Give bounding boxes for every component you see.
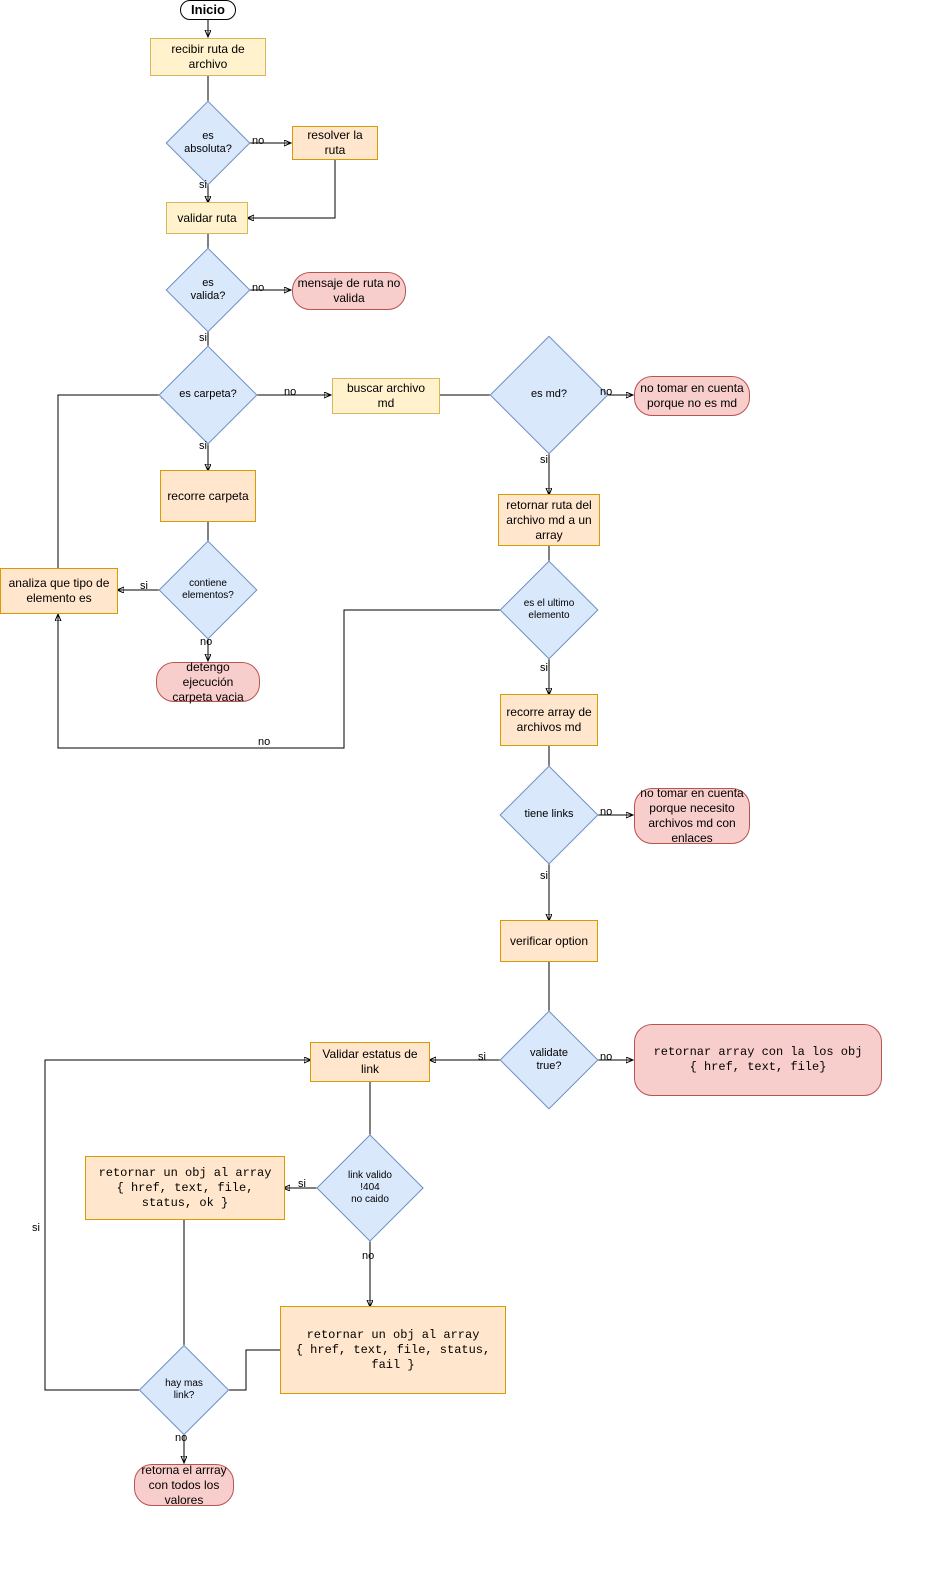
edge-es-carpeta-no: no	[284, 386, 296, 398]
process-validar-estatus: Validar estatus de link	[310, 1042, 430, 1082]
process-retornar-obj-fail: retornar un obj al array { href, text, f…	[280, 1306, 506, 1394]
decision-es-valida: es valida?	[178, 260, 238, 320]
start-terminator: Inicio	[180, 0, 236, 20]
label-validar-estatus: Validar estatus de link	[315, 1047, 425, 1077]
edge-es-absoluta-no: no	[252, 135, 264, 147]
edge-hay-mas-no: no	[175, 1432, 187, 1444]
label-es-valida: es valida?	[178, 260, 238, 320]
label-resolver-ruta: resolver la ruta	[297, 128, 373, 158]
edge-link-valido-no: no	[362, 1250, 374, 1262]
label-retornar-array-obj: retornar array con la los obj { href, te…	[654, 1045, 863, 1075]
process-resolver-ruta: resolver la ruta	[292, 126, 378, 160]
edge-validate-no: no	[600, 1051, 612, 1063]
label-analiza-tipo: analiza que tipo de elemento es	[5, 576, 113, 606]
decision-es-carpeta: es carpeta?	[173, 360, 243, 430]
label-no-tomar-no-md: no tomar en cuenta porque no es md	[639, 381, 745, 411]
process-recibir-ruta: recibir ruta de archivo	[150, 38, 266, 76]
edge-es-md-si: si	[540, 454, 548, 466]
edge-es-md-no: no	[600, 386, 612, 398]
process-buscar-archivo-md: buscar archivo md	[332, 378, 440, 414]
edge-validate-si: si	[478, 1051, 486, 1063]
label-tiene-links: tiene links	[514, 780, 584, 850]
process-validar-ruta: validar ruta	[166, 202, 248, 234]
label-verificar-option: verificar option	[510, 934, 588, 949]
edge-ultimo-si: si	[540, 662, 548, 674]
terminal-retornar-array-obj: retornar array con la los obj { href, te…	[634, 1024, 882, 1096]
edge-es-carpeta-si: si	[199, 440, 207, 452]
label-contiene-elementos: contiene elementos?	[173, 555, 243, 625]
decision-es-absoluta: es absoluta?	[178, 113, 238, 173]
edge-contiene-no: no	[200, 636, 212, 648]
label-hay-mas-link: hay mas link?	[152, 1358, 216, 1422]
label-recibir-ruta: recibir ruta de archivo	[155, 42, 261, 72]
process-recorre-carpeta: recorre carpeta	[160, 470, 256, 522]
terminal-no-tomar-no-links: no tomar en cuenta porque necesito archi…	[634, 788, 750, 844]
terminal-detengo-vacia: detengo ejecución carpeta vacia	[156, 662, 260, 702]
decision-link-valido: link valido !404 no caido	[332, 1150, 408, 1226]
label-validar-ruta: validar ruta	[177, 211, 236, 226]
label-retornar-obj-ok: retornar un obj al array { href, text, f…	[90, 1166, 280, 1211]
process-retornar-obj-ok: retornar un obj al array { href, text, f…	[85, 1156, 285, 1220]
label-mensaje-no-valida: mensaje de ruta no valida	[297, 276, 401, 306]
label-buscar-archivo-md: buscar archivo md	[337, 381, 435, 411]
label-es-carpeta: es carpeta?	[173, 360, 243, 430]
edge-tiene-links-no: no	[600, 806, 612, 818]
terminal-retorna-array-todos: retorna el arrray con todos los valores	[134, 1464, 234, 1506]
decision-tiene-links: tiene links	[514, 780, 584, 850]
process-recorre-array-md: recorre array de archivos md	[500, 694, 598, 746]
decision-es-md: es md?	[507, 353, 591, 437]
label-link-valido: link valido !404 no caido	[332, 1150, 408, 1226]
edge-es-valida-no: no	[252, 282, 264, 294]
label-es-absoluta: es absoluta?	[178, 113, 238, 173]
decision-contiene-elementos: contiene elementos?	[173, 555, 243, 625]
edge-tiene-links-si: si	[540, 870, 548, 882]
process-analiza-tipo: analiza que tipo de elemento es	[0, 568, 118, 614]
edge-link-valido-si: si	[298, 1178, 306, 1190]
label-retornar-ruta-array: retornar ruta del archivo md a un array	[503, 498, 595, 543]
label-recorre-array-md: recorre array de archivos md	[505, 705, 593, 735]
decision-hay-mas-link: hay mas link?	[152, 1358, 216, 1422]
start-label: Inicio	[191, 2, 225, 18]
edge-es-valida-si: si	[199, 332, 207, 344]
edge-contiene-si: si	[140, 580, 148, 592]
label-es-ultimo-elemento: es el ultimo elemento	[514, 575, 584, 645]
label-retorna-array-todos: retorna el arrray con todos los valores	[139, 1463, 229, 1508]
flowchart-canvas: Inicio recibir ruta de archivo es absolu…	[0, 0, 939, 1570]
terminal-mensaje-no-valida: mensaje de ruta no valida	[292, 272, 406, 310]
decision-validate-true: validate true?	[514, 1025, 584, 1095]
decision-es-ultimo-elemento: es el ultimo elemento	[514, 575, 584, 645]
label-recorre-carpeta: recorre carpeta	[167, 489, 248, 504]
label-retornar-obj-fail: retornar un obj al array { href, text, f…	[285, 1328, 501, 1373]
label-es-md: es md?	[507, 353, 591, 437]
label-no-tomar-no-links: no tomar en cuenta porque necesito archi…	[639, 786, 745, 846]
edge-es-absoluta-si: si	[199, 179, 207, 191]
process-retornar-ruta-array: retornar ruta del archivo md a un array	[498, 494, 600, 546]
terminal-no-tomar-no-md: no tomar en cuenta porque no es md	[634, 376, 750, 416]
edge-hay-mas-si: si	[32, 1222, 40, 1234]
label-detengo-vacia: detengo ejecución carpeta vacia	[161, 660, 255, 705]
process-verificar-option: verificar option	[500, 920, 598, 962]
edge-ultimo-no: no	[258, 736, 270, 748]
label-validate-true: validate true?	[514, 1025, 584, 1095]
